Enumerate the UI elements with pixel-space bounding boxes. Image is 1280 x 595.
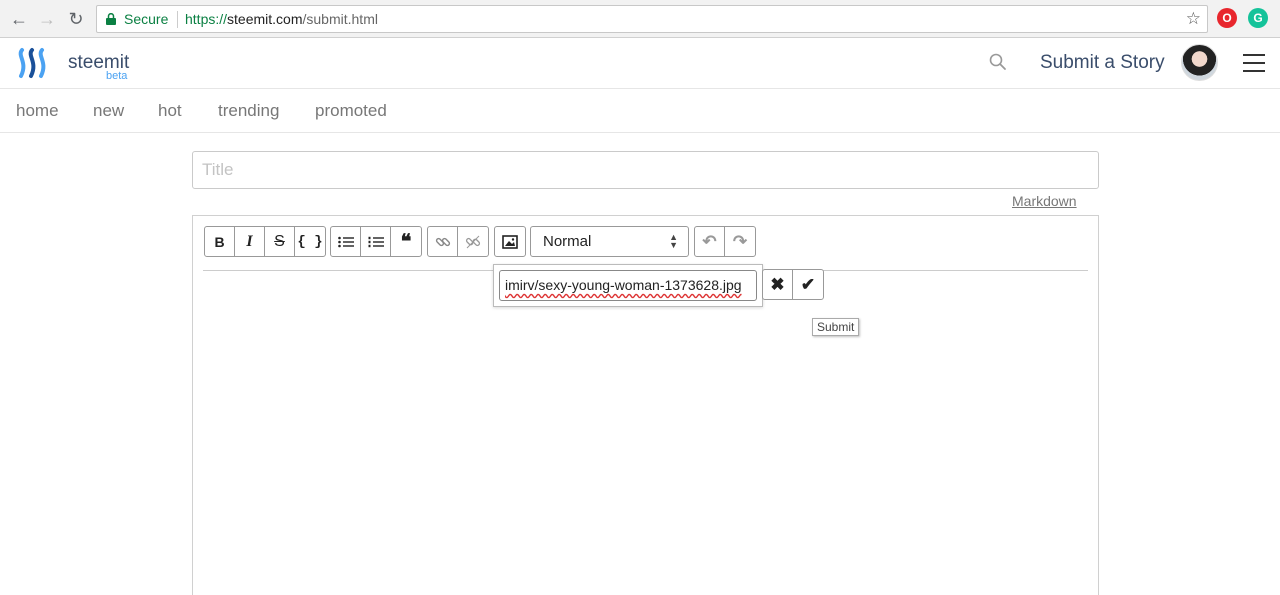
numbered-list-button[interactable] <box>361 227 391 256</box>
bullet-list-button[interactable] <box>331 227 361 256</box>
quote-button[interactable]: ❝ <box>391 227 421 256</box>
url-scheme: https:// <box>185 11 228 27</box>
bookmark-star-icon[interactable]: ☆ <box>1186 9 1201 29</box>
confirm-image-button[interactable]: ✔ <box>793 270 823 299</box>
nav-item-hot[interactable]: hot <box>158 101 182 121</box>
code-button[interactable]: { } <box>295 227 325 256</box>
secure-label: Secure <box>124 11 169 27</box>
cancel-image-button[interactable]: ✖ <box>763 270 793 299</box>
lock-icon <box>106 13 116 25</box>
nav-item-home[interactable]: home <box>16 101 59 121</box>
category-nav: home new hot trending promoted <box>0 89 1280 133</box>
undo-button[interactable]: ↶ <box>695 227 725 256</box>
nav-item-new[interactable]: new <box>93 101 124 121</box>
back-arrow-icon[interactable]: ← <box>8 8 30 30</box>
search-icon[interactable] <box>988 52 1008 72</box>
bullet-list-icon <box>337 236 354 247</box>
nav-item-trending[interactable]: trending <box>218 101 279 121</box>
url-path: /submit.html <box>302 11 378 27</box>
steemit-logo-icon[interactable] <box>16 46 52 80</box>
forward-arrow-icon[interactable]: → <box>36 8 58 30</box>
image-url-popup: imirv/sexy-young-woman-1373628.jpg <box>493 264 763 307</box>
image-icon <box>502 234 518 249</box>
address-bar[interactable]: Secure https://steemit.com/submit.html ☆ <box>96 5 1208 33</box>
site-header: steemit beta Submit a Story <box>0 38 1280 89</box>
unlink-button[interactable] <box>458 227 488 256</box>
omnibox-divider <box>177 11 178 28</box>
title-input[interactable] <box>192 151 1099 189</box>
image-url-value: imirv/sexy-young-woman-1373628.jpg <box>505 277 742 293</box>
submit-story-link[interactable]: Submit a Story <box>1040 52 1165 74</box>
browser-chrome: ← → ↻ Secure https://steemit.com/submit.… <box>0 0 1280 38</box>
redo-button[interactable]: ↷ <box>725 227 755 256</box>
link-icon <box>435 237 450 246</box>
submit-tooltip: Submit <box>812 318 860 336</box>
heading-format-value: Normal <box>543 233 592 250</box>
avatar[interactable] <box>1181 44 1218 81</box>
url-text[interactable]: https://steemit.com/submit.html <box>185 11 378 27</box>
opera-icon[interactable]: O <box>1217 8 1237 28</box>
numbered-list-icon <box>368 236 384 247</box>
nav-item-promoted[interactable]: promoted <box>315 101 387 121</box>
beta-badge: beta <box>106 70 128 82</box>
strikethrough-button[interactable]: S <box>265 227 295 256</box>
reload-icon[interactable]: ↻ <box>65 8 87 30</box>
image-button-group <box>494 226 526 257</box>
image-url-actions: ✖ ✔ <box>762 269 824 300</box>
format-button-group: B I S { } <box>204 226 326 257</box>
markdown-toggle-link[interactable]: Markdown <box>1012 193 1077 209</box>
link-button-group <box>427 226 489 257</box>
list-button-group: ❝ <box>330 226 422 257</box>
insert-image-button[interactable] <box>495 227 525 256</box>
link-button[interactable] <box>428 227 458 256</box>
heading-format-select[interactable]: Normal ▲ ▼ <box>530 226 689 257</box>
hamburger-menu-icon[interactable] <box>1243 54 1265 72</box>
url-host: steemit.com <box>227 11 303 27</box>
history-button-group: ↶ ↷ <box>694 226 756 257</box>
unlink-icon <box>465 235 481 248</box>
grammarly-icon[interactable]: G <box>1248 8 1268 28</box>
italic-button[interactable]: I <box>235 227 265 256</box>
select-caret-icon: ▲ ▼ <box>669 232 678 250</box>
image-url-input[interactable]: imirv/sexy-young-woman-1373628.jpg <box>499 270 757 301</box>
bold-button[interactable]: B <box>205 227 235 256</box>
